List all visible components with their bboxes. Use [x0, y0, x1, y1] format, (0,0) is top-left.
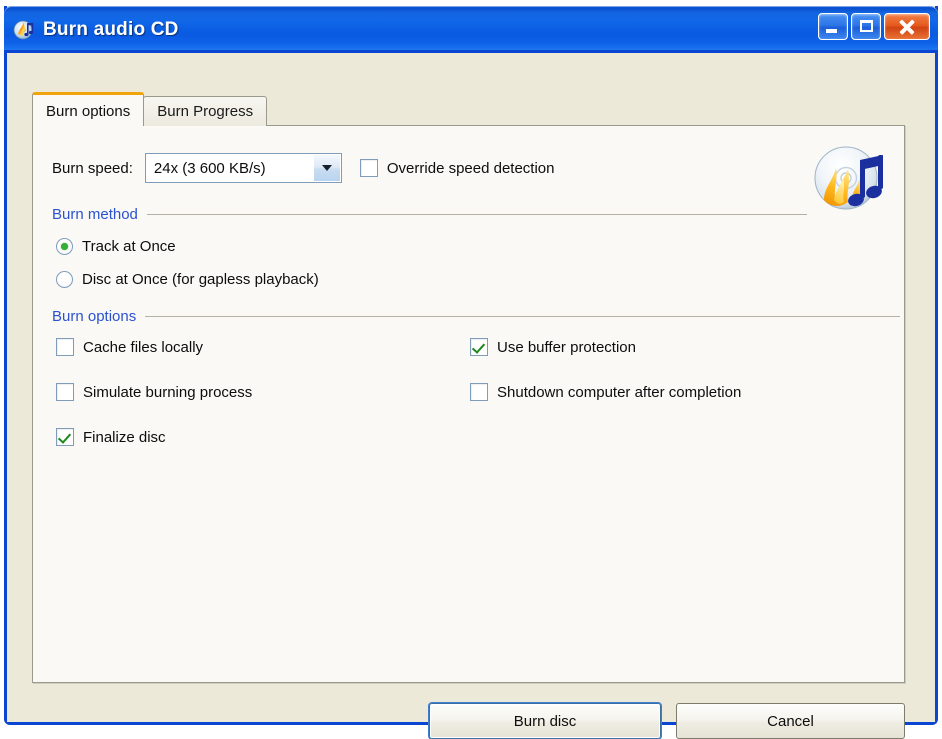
window-title: Burn audio CD — [43, 18, 179, 40]
radio-indicator — [56, 271, 73, 288]
checkbox-simulate-burning-process-label: Simulate burning process — [83, 383, 253, 401]
tab-burn-options[interactable]: Burn options — [32, 92, 145, 126]
group-divider — [146, 214, 807, 215]
burn-audio-cd-dialog: Burn audio CD Burn options Burn Progress — [4, 6, 938, 739]
burn-speed-row: Burn speed: 24x (3 600 KB/s) Override sp… — [52, 153, 555, 183]
window-controls — [818, 13, 930, 40]
override-speed-detection-checkbox[interactable]: Override speed detection — [359, 159, 555, 177]
tab-strip: Burn options Burn Progress — [32, 92, 268, 126]
cancel-button-label: Cancel — [767, 712, 814, 730]
checkbox-finalize-disc[interactable]: Finalize disc — [56, 428, 166, 446]
burn-speed-select[interactable]: 24x (3 600 KB/s) — [144, 153, 342, 183]
checkbox-use-buffer-protection[interactable]: Use buffer protection — [470, 338, 636, 356]
dialog-client-area: Burn options Burn Progress Burn speed: 2… — [7, 53, 935, 739]
checkbox-box — [470, 338, 488, 356]
checkbox-finalize-disc-label: Finalize disc — [83, 428, 166, 446]
burn-method-group-title: Burn method — [52, 206, 138, 223]
checkbox-box — [56, 338, 74, 356]
burn-disc-button[interactable]: Burn disc — [429, 703, 661, 739]
burn-disc-button-label: Burn disc — [513, 712, 577, 730]
radio-track-at-once-label: Track at Once — [82, 238, 176, 255]
checkbox-use-buffer-protection-label: Use buffer protection — [497, 338, 636, 356]
checkbox-box — [359, 159, 378, 177]
minimize-button[interactable] — [818, 13, 848, 40]
checkbox-simulate-burning-process[interactable]: Simulate burning process — [56, 383, 252, 401]
checkbox-box — [56, 428, 74, 446]
checkbox-shutdown-after-completion-label: Shutdown computer after completion — [497, 383, 742, 401]
tab-burn-options-label: Burn options — [46, 102, 131, 120]
checkbox-cache-files-locally[interactable]: Cache files locally — [56, 338, 203, 356]
burn-speed-label: Burn speed: — [52, 159, 133, 177]
group-divider — [145, 316, 900, 317]
tab-burn-progress[interactable]: Burn Progress — [143, 96, 268, 126]
cd-burn-icon — [13, 19, 35, 41]
maximize-button[interactable] — [851, 13, 881, 40]
override-speed-detection-label: Override speed detection — [386, 159, 555, 177]
burn-options-group-title: Burn options — [52, 308, 137, 325]
burn-speed-dropdown-button[interactable] — [312, 155, 340, 181]
tab-burn-progress-label: Burn Progress — [157, 103, 254, 120]
burn-speed-value: 24x (3 600 KB/s) — [153, 159, 266, 177]
checkbox-box — [470, 383, 488, 401]
checkbox-shutdown-after-completion[interactable]: Shutdown computer after completion — [470, 383, 741, 401]
checkbox-box — [56, 383, 74, 401]
chevron-down-icon — [321, 165, 332, 171]
radio-disc-at-once[interactable]: Disc at Once (for gapless playback) — [56, 271, 319, 288]
burn-method-group-header: Burn method — [52, 206, 807, 223]
burn-options-group-header: Burn options — [52, 308, 900, 325]
burning-cd-icon — [808, 140, 892, 224]
radio-track-at-once[interactable]: Track at Once — [56, 238, 176, 255]
close-button[interactable] — [884, 13, 930, 40]
cancel-button[interactable]: Cancel — [676, 703, 905, 739]
checkbox-cache-files-locally-label: Cache files locally — [83, 338, 204, 356]
radio-indicator — [56, 238, 73, 255]
title-bar[interactable]: Burn audio CD — [4, 6, 938, 53]
radio-disc-at-once-label: Disc at Once (for gapless playback) — [82, 271, 319, 288]
burn-options-panel: Burn speed: 24x (3 600 KB/s) Override sp… — [32, 125, 905, 683]
